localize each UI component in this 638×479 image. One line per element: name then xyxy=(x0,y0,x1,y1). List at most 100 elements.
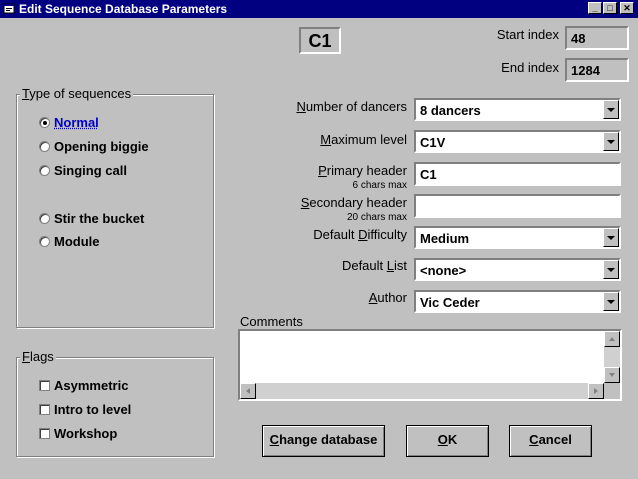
author-select[interactable]: Vic Ceder xyxy=(414,290,621,313)
chevron-down-icon[interactable] xyxy=(603,292,619,311)
start-index-label: Start index xyxy=(496,27,559,42)
cancel-button[interactable]: Cancel xyxy=(509,425,592,457)
chevron-down-icon[interactable] xyxy=(603,260,619,279)
dancers-label-key: N xyxy=(296,99,306,114)
radio-normal[interactable]: Normal xyxy=(39,115,99,130)
start-index-box: 48 xyxy=(565,26,629,50)
radio-icon xyxy=(39,141,50,152)
title-bar[interactable]: Edit Sequence Database Parameters _ □ ✕ xyxy=(0,0,638,18)
radio-opening-biggie-label: Opening biggie xyxy=(54,139,149,154)
difficulty-label-text: ifficulty xyxy=(367,227,408,242)
comments-label: Comments xyxy=(240,314,303,329)
horizontal-scrollbar[interactable] xyxy=(240,383,604,399)
default-list-label: Default List xyxy=(342,258,407,273)
radio-selected-icon xyxy=(39,117,50,128)
default-list-select-value: <none> xyxy=(420,263,467,278)
ok-key: O xyxy=(437,432,448,447)
default-list-label-pre: Default xyxy=(341,258,387,273)
default-list-label-key: L xyxy=(386,258,394,273)
primary-header-label: Primary header xyxy=(318,163,407,178)
end-index-value: 1284 xyxy=(571,63,600,78)
radio-opening-biggie[interactable]: Opening biggie xyxy=(39,139,149,154)
radio-normal-label: Normal xyxy=(54,115,99,130)
start-index-value: 48 xyxy=(571,31,586,46)
difficulty-select-value: Medium xyxy=(420,231,470,246)
comments-textarea[interactable] xyxy=(238,329,622,401)
radio-singing-call-label: Singing call xyxy=(54,163,127,178)
dancers-select[interactable]: 8 dancers xyxy=(414,98,621,121)
default-list-select[interactable]: <none> xyxy=(414,258,621,281)
radio-stir-the-bucket[interactable]: Stir the bucket xyxy=(39,211,144,226)
radio-singing-call[interactable]: Singing call xyxy=(39,163,127,178)
primary-header-label-key: P xyxy=(318,163,327,178)
scroll-down-icon[interactable] xyxy=(604,367,620,383)
level-code: C1 xyxy=(308,31,332,51)
end-index-box: 1284 xyxy=(565,58,629,82)
cancel-key: C xyxy=(529,432,539,447)
radio-module-label: Module xyxy=(54,234,100,249)
primary-header-label-text: rimary header xyxy=(326,163,407,178)
checkbox-asymmetric-label: Asymmetric xyxy=(54,378,129,393)
flags-legend-text: lags xyxy=(29,349,54,364)
cancel-text: ancel xyxy=(538,432,572,447)
radio-icon xyxy=(39,213,50,224)
type-group-legend-text: ype of sequences xyxy=(29,86,132,101)
minimize-icon[interactable]: _ xyxy=(588,2,602,14)
max-level-label: Maximum level xyxy=(320,132,407,147)
primary-header-hint: 6 chars max xyxy=(352,180,407,191)
scrollbar-corner xyxy=(604,383,620,399)
window-title: Edit Sequence Database Parameters xyxy=(19,2,228,16)
max-level-select-value: C1V xyxy=(420,135,446,150)
secondary-header-label-text: econdary header xyxy=(309,195,407,210)
primary-header-value: C1 xyxy=(420,167,437,182)
primary-header-input[interactable]: C1 xyxy=(414,162,621,186)
end-index-label: End index xyxy=(501,60,559,75)
difficulty-label-key: D xyxy=(358,227,368,242)
scroll-left-icon[interactable] xyxy=(240,383,256,399)
checkbox-intro-to-level[interactable]: Intro to level xyxy=(39,402,131,417)
author-select-value: Vic Ceder xyxy=(420,295,480,310)
vertical-scrollbar[interactable] xyxy=(604,331,620,383)
checkbox-workshop-label: Workshop xyxy=(54,426,118,441)
dancers-label: Number of dancers xyxy=(296,99,407,114)
checkbox-icon xyxy=(39,428,50,439)
maximize-icon[interactable]: □ xyxy=(603,2,617,14)
radio-icon xyxy=(39,165,50,176)
level-code-box: C1 xyxy=(299,27,341,54)
change-database-text: hange database xyxy=(279,432,378,447)
radio-icon xyxy=(39,236,50,247)
author-label-text: uthor xyxy=(377,290,407,305)
close-icon[interactable]: ✕ xyxy=(620,2,634,14)
flags-group-legend: Flags xyxy=(20,349,56,364)
change-database-key: C xyxy=(269,432,280,447)
max-level-select[interactable]: C1V xyxy=(414,130,621,153)
dancers-label-text: umber of dancers xyxy=(305,99,407,114)
checkbox-icon xyxy=(39,404,50,415)
change-database-button[interactable]: Change database xyxy=(262,425,385,457)
max-level-label-text: aximum level xyxy=(331,132,407,147)
scroll-up-icon[interactable] xyxy=(604,331,620,347)
dancers-select-value: 8 dancers xyxy=(420,103,481,118)
author-label: Author xyxy=(369,290,407,305)
secondary-header-label: Secondary header xyxy=(301,195,407,210)
chevron-down-icon[interactable] xyxy=(603,228,619,247)
ok-button[interactable]: OK xyxy=(406,425,489,457)
type-group-legend: Type of sequences xyxy=(20,86,134,101)
difficulty-label: Default Difficulty xyxy=(313,227,407,242)
chevron-down-icon[interactable] xyxy=(603,100,619,119)
secondary-header-input[interactable] xyxy=(414,194,621,218)
max-level-label-key: M xyxy=(320,132,332,147)
checkbox-asymmetric[interactable]: Asymmetric xyxy=(39,378,128,393)
app-icon xyxy=(3,3,15,14)
difficulty-label-pre: Default xyxy=(313,227,359,242)
scroll-right-icon[interactable] xyxy=(588,383,604,399)
checkbox-icon xyxy=(39,380,50,391)
default-list-label-text: ist xyxy=(394,258,407,273)
difficulty-select[interactable]: Medium xyxy=(414,226,621,249)
chevron-down-icon[interactable] xyxy=(603,132,619,151)
radio-module[interactable]: Module xyxy=(39,234,100,249)
flags-legend-key: F xyxy=(22,349,30,364)
secondary-header-hint: 20 chars max xyxy=(346,212,407,223)
radio-stir-the-bucket-label: Stir the bucket xyxy=(54,211,145,226)
checkbox-workshop[interactable]: Workshop xyxy=(39,426,117,441)
